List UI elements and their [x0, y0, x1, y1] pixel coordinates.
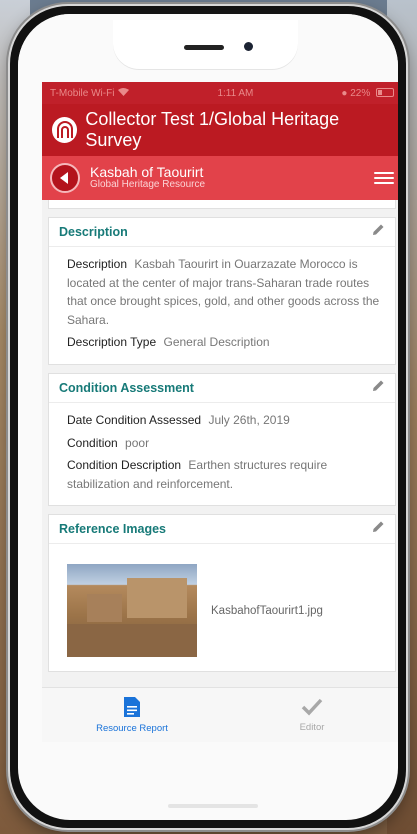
- reference-images-title: Reference Images: [59, 522, 167, 537]
- wifi-icon: [118, 87, 130, 99]
- record-header: Kasbah of Taourirt Global Heritage Resou…: [42, 156, 398, 200]
- description-section-title: Description: [59, 225, 128, 239]
- date-assessed-field: Date Condition Assessed July 26th, 2019: [67, 412, 290, 427]
- battery-percent: 22%: [350, 87, 371, 99]
- phone-screen-bezel: T-Mobile Wi-Fi 1:11 AM ● 22% Collector T…: [18, 14, 398, 820]
- status-bar: T-Mobile Wi-Fi 1:11 AM ● 22%: [42, 82, 398, 104]
- image-attachment[interactable]: KasbahofTaourirt1.jpg: [49, 544, 395, 671]
- description-type-field: Description Type General Description: [67, 335, 270, 350]
- previous-card-stub: [48, 200, 396, 209]
- checkmark-icon: [301, 698, 323, 719]
- document-icon: [124, 696, 140, 720]
- record-title: Kasbah of Taourirt: [90, 164, 204, 181]
- edit-pencil-icon[interactable]: [372, 223, 385, 241]
- app-title: Collector Test 1/Global Heritage Survey: [85, 109, 340, 150]
- edit-pencil-icon[interactable]: [372, 520, 385, 538]
- condition-section-title: Condition Assessment: [59, 380, 194, 395]
- image-thumbnail[interactable]: [67, 564, 197, 658]
- speaker-grille: [184, 45, 224, 50]
- condition-card: Condition Assessment Date Condition Asse…: [48, 372, 396, 507]
- condition-description-field: Condition Description Earthen structures…: [67, 458, 328, 491]
- battery-icon: [376, 88, 394, 98]
- tab-resource-report[interactable]: Resource Report: [42, 688, 222, 742]
- app-screen: T-Mobile Wi-Fi 1:11 AM ● 22% Collector T…: [42, 82, 398, 742]
- app-header: Collector Test 1/Global Heritage Survey: [42, 104, 398, 156]
- bottom-tab-bar: Resource Report Editor: [42, 687, 398, 742]
- status-time: 1:11 AM: [217, 87, 254, 99]
- image-file-name: KasbahofTaourirt1.jpg: [211, 604, 323, 617]
- phone-frame: T-Mobile Wi-Fi 1:11 AM ● 22% Collector T…: [10, 6, 406, 828]
- report-content[interactable]: Description Description Kasbah Taourirt …: [42, 200, 398, 688]
- back-button[interactable]: [50, 163, 80, 193]
- reference-images-card: Reference Images KasbahofTaourirt1.jpg: [48, 514, 396, 673]
- home-indicator: [168, 804, 258, 808]
- alarm-icon: ●: [341, 87, 348, 99]
- front-camera: [244, 42, 253, 51]
- description-card: Description Description Kasbah Taourirt …: [48, 217, 396, 365]
- description-field: Description Kasbah Taourirt in Ouarzazat…: [67, 257, 380, 327]
- phone-notch: [113, 20, 298, 70]
- back-arrow-icon: [60, 172, 68, 184]
- tab-label: Editor: [299, 721, 325, 733]
- tab-label: Resource Report: [96, 722, 168, 734]
- tab-editor[interactable]: Editor: [222, 688, 398, 742]
- edit-pencil-icon[interactable]: [372, 379, 385, 397]
- record-subtitle: Global Heritage Resource: [90, 179, 206, 191]
- app-logo-icon: [52, 117, 78, 143]
- carrier-label: T-Mobile Wi-Fi: [50, 87, 115, 99]
- hamburger-menu-icon[interactable]: [374, 172, 394, 184]
- condition-field: Condition poor: [67, 435, 150, 450]
